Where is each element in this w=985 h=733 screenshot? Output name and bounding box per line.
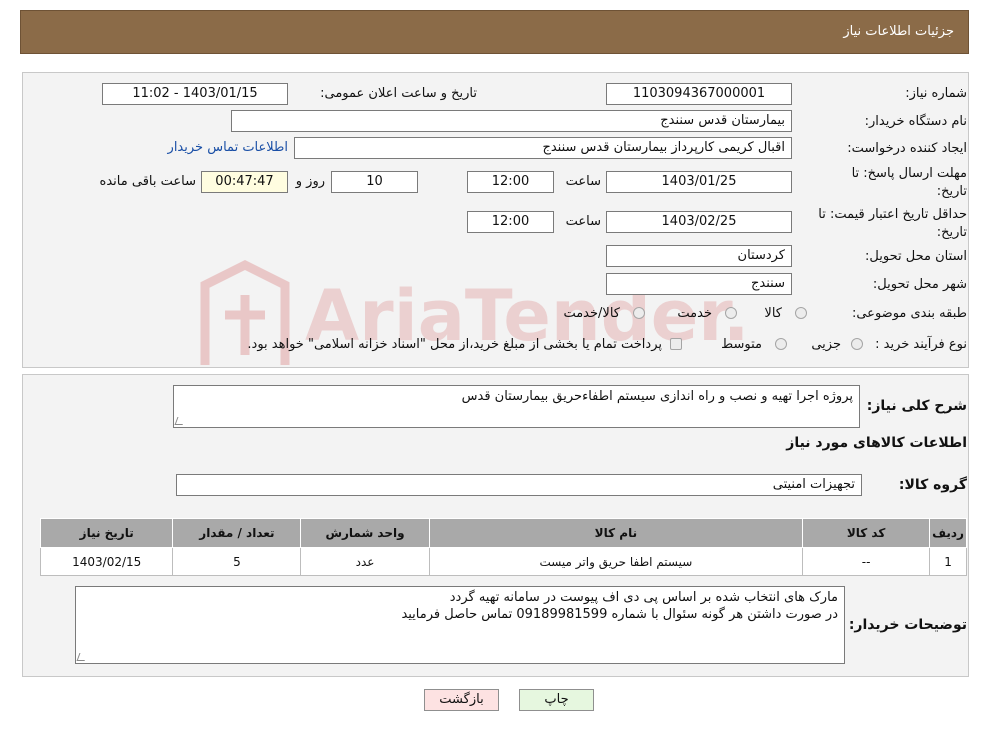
deadline-date-field: 1403/01/25: [606, 171, 792, 193]
resize-grip-icon[interactable]: [76, 653, 88, 661]
cell-quantity: 5: [172, 547, 302, 576]
remaining-time-field: 00:47:47: [201, 171, 288, 193]
cell-need-date: 1403/02/15: [39, 547, 174, 576]
city-label: شهر محل تحویل:: [872, 277, 967, 292]
col-need-date: تاریخ نیاز: [39, 518, 174, 548]
back-button[interactable]: بازگشت: [424, 689, 499, 711]
process-option-minor: جزیی: [811, 337, 841, 352]
col-unit: واحد شمارش: [300, 518, 430, 548]
goods-group-label: گروه کالا:: [898, 477, 967, 493]
days-label: روز و: [295, 174, 325, 189]
price-validity-date-field: 1403/02/25: [606, 211, 792, 233]
buyer-contact-link[interactable]: اطلاعات تماس خریدار: [168, 140, 288, 155]
price-validity-time-field: 12:00: [467, 211, 554, 233]
page-title: جزئیات اطلاعات نیاز: [843, 24, 954, 39]
remaining-time-label: ساعت باقی مانده: [99, 174, 196, 189]
city-field: سنندج: [606, 273, 792, 295]
payment-note: پرداخت تمام یا بخشی از مبلغ خرید،از محل …: [247, 337, 662, 352]
items-section-title: اطلاعات کالاهای مورد نیاز: [786, 435, 967, 451]
buyer-notes-line-2: در صورت داشتن هر گونه سئوال با شماره 091…: [401, 607, 838, 622]
col-item-name: نام کالا: [428, 518, 804, 548]
process-radio-minor[interactable]: [851, 338, 863, 350]
payment-checkbox[interactable]: [670, 338, 682, 350]
buyer-org-field: بیمارستان قدس سنندج: [231, 110, 792, 132]
need-number-field: 1103094367000001: [606, 83, 792, 105]
category-option-service: خدمت: [677, 306, 712, 321]
price-validity-time-label: ساعت: [565, 214, 601, 229]
goods-group-field: تجهیزات امنیتی: [176, 474, 862, 496]
category-radio-goods[interactable]: [795, 307, 807, 319]
deadline-time-label: ساعت: [565, 174, 601, 189]
province-label: استان محل تحویل:: [865, 249, 967, 264]
resize-grip-icon[interactable]: [174, 417, 186, 425]
buyer-notes-field: مارک های انتخاب شده بر اساس پی دی اف پیو…: [75, 586, 845, 664]
category-radio-service[interactable]: [725, 307, 737, 319]
process-radio-medium[interactable]: [775, 338, 787, 350]
buyer-notes-label: توضیحات خریدار:: [848, 617, 967, 633]
table-header-row: ردیف کد کالا نام کالا واحد شمارش تعداد /…: [39, 518, 967, 548]
price-validity-label-2: تاریخ:: [936, 225, 967, 240]
print-button[interactable]: چاپ: [519, 689, 594, 711]
category-option-goods: کالا: [764, 306, 782, 321]
deadline-time-field: 12:00: [467, 171, 554, 193]
deadline-label-2: تاریخ:: [936, 184, 967, 199]
need-number-label: شماره نیاز:: [905, 86, 967, 101]
need-description-text: پروژه اجرا تهیه و نصب و راه اندازی سیستم…: [461, 389, 853, 404]
col-quantity: تعداد / مقدار: [172, 518, 302, 548]
cell-unit: عدد: [300, 547, 430, 576]
buyer-org-label: نام دستگاه خریدار:: [864, 114, 967, 129]
days-field: 10: [331, 171, 418, 193]
announce-datetime-label: تاریخ و ساعت اعلان عمومی:: [320, 86, 477, 101]
announce-datetime-field: 1403/01/15 - 11:02: [102, 83, 288, 105]
buyer-notes-line-1: مارک های انتخاب شده بر اساس پی دی اف پیو…: [449, 590, 838, 605]
creator-field: اقبال کریمی کارپرداز بیمارستان قدس سنندج: [294, 137, 792, 159]
category-option-goods-service: کالا/خدمت: [563, 306, 620, 321]
page-header: جزئیات اطلاعات نیاز: [20, 10, 969, 54]
price-validity-label: حداقل تاریخ اعتبار قیمت: تا: [818, 207, 967, 222]
category-radio-goods-service[interactable]: [633, 307, 645, 319]
need-description-field: پروژه اجرا تهیه و نصب و راه اندازی سیستم…: [173, 385, 860, 428]
table-row: 1 -- سیستم اطفا حریق واتر میست عدد 5 140…: [39, 547, 967, 576]
creator-label: ایجاد کننده درخواست:: [847, 141, 967, 156]
col-item-code: کد کالا: [802, 518, 931, 548]
cell-row-number: 1: [929, 547, 967, 576]
purchase-process-label: نوع فرآیند خرید :: [875, 337, 967, 352]
items-table: ردیف کد کالا نام کالا واحد شمارش تعداد /…: [39, 518, 967, 576]
need-description-label: شرح کلی نیاز:: [866, 398, 967, 414]
cell-item-name: سیستم اطفا حریق واتر میست: [428, 547, 804, 576]
deadline-label: مهلت ارسال پاسخ: تا: [851, 166, 967, 181]
col-row-number: ردیف: [929, 518, 967, 548]
province-field: کردستان: [606, 245, 792, 267]
category-label: طبقه بندی موضوعی:: [851, 306, 967, 321]
cell-item-code: --: [802, 547, 931, 576]
process-option-medium: متوسط: [721, 337, 762, 352]
